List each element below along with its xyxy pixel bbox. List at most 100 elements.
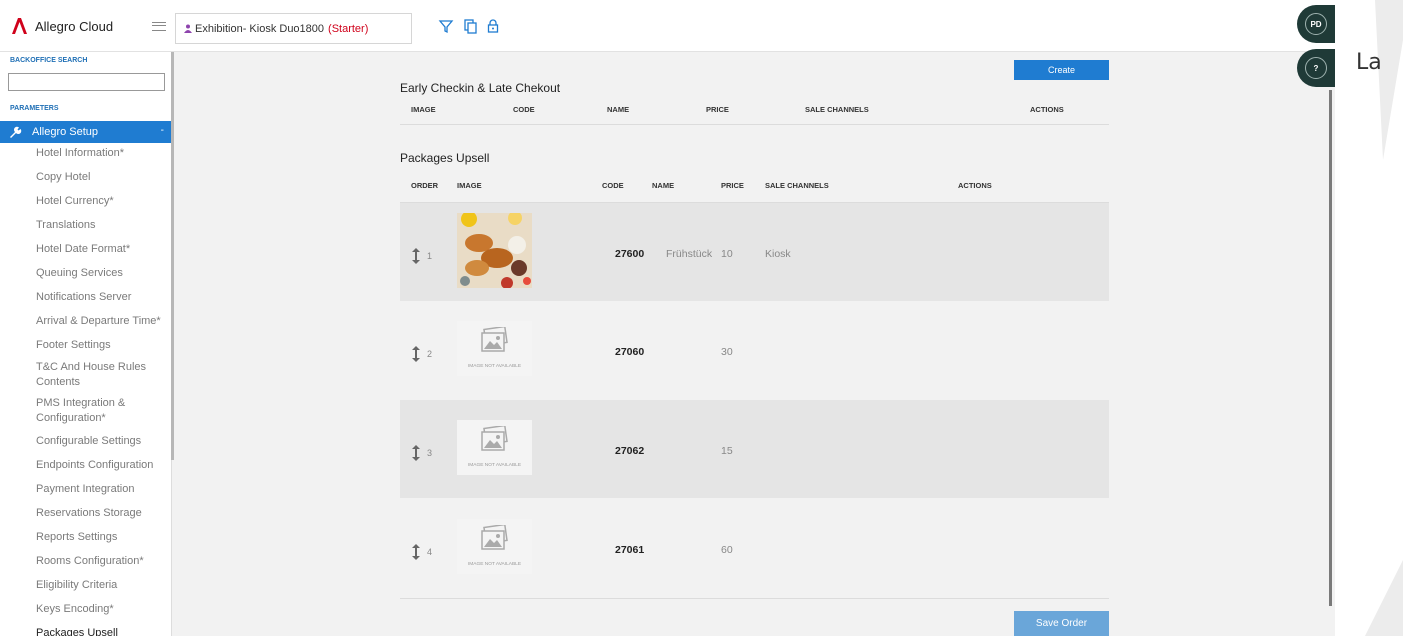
sidebar-item[interactable]: Endpoints Configuration xyxy=(36,458,168,473)
collapse-icon[interactable]: - xyxy=(161,125,164,136)
breakfast-thumbnail xyxy=(457,213,532,288)
image-placeholder: IMAGE NOT AVAILABLE xyxy=(457,321,532,376)
copy-icon[interactable] xyxy=(462,18,478,34)
row-order: 4 xyxy=(427,547,433,557)
save-order-button[interactable]: Save Order xyxy=(1014,611,1109,636)
row-code: 27060 xyxy=(615,346,645,358)
row-price: 30 xyxy=(721,346,733,358)
menu-toggle-icon[interactable] xyxy=(152,22,166,31)
sidebar-item[interactable]: Keys Encoding* xyxy=(36,602,168,617)
image-placeholder: IMAGE NOT AVAILABLE xyxy=(457,420,532,475)
row-order: 1 xyxy=(427,251,433,261)
drag-handle-icon[interactable] xyxy=(412,544,420,560)
hotel-tier: (Starter) xyxy=(328,22,369,35)
help-button[interactable]: ? xyxy=(1297,49,1335,87)
sidebar-item[interactable]: Hotel Information* xyxy=(36,146,168,161)
early-col-sale-channels: SALE CHANNELS xyxy=(805,105,869,114)
sidebar-item[interactable]: Copy Hotel xyxy=(36,170,168,185)
sidebar-item[interactable]: Configurable Settings xyxy=(36,434,168,449)
early-divider xyxy=(400,124,1109,125)
sidebar-item[interactable]: Eligibility Criteria xyxy=(36,578,168,593)
app-name: Allegro Cloud xyxy=(35,18,114,34)
row-order: 2 xyxy=(427,349,433,359)
wrench-icon xyxy=(10,126,22,138)
sidebar-scrollbar[interactable] xyxy=(171,52,174,460)
packages-upsell-title: Packages Upsell xyxy=(400,151,490,165)
row-price: 15 xyxy=(721,445,733,457)
image-not-available-text: IMAGE NOT AVAILABLE xyxy=(467,463,522,468)
sidebar-item[interactable]: Arrival & Departure Time* xyxy=(36,314,168,329)
table-row[interactable]: 3 IMAGE NOT AVAILABLE 27062 15 xyxy=(400,400,1109,498)
upsell-col-image: IMAGE xyxy=(457,181,482,190)
early-col-code: CODE xyxy=(513,105,535,114)
sidebar-item[interactable]: Rooms Configuration* xyxy=(36,554,168,569)
create-button[interactable]: Create xyxy=(1014,60,1109,80)
app-logo[interactable]: Allegro Cloud xyxy=(12,18,113,34)
decorative-stripes xyxy=(1365,0,1403,636)
sidebar-item[interactable]: Reservations Storage xyxy=(36,506,168,521)
table-row[interactable]: 4 IMAGE NOT AVAILABLE 27061 60 xyxy=(400,499,1109,597)
sidebar-item[interactable]: Notifications Server xyxy=(36,290,168,305)
row-code: 27600 xyxy=(615,248,645,260)
backoffice-search-caption: BACKOFFICE SEARCH xyxy=(10,57,88,64)
sidebar-item[interactable]: Translations xyxy=(36,218,168,233)
early-col-actions: ACTIONS xyxy=(1030,105,1064,114)
row-name: Frühstück xyxy=(666,248,713,260)
early-checkin-title: Early Checkin & Late Chekout xyxy=(400,81,561,95)
hotel-user-icon xyxy=(184,24,192,33)
upsell-col-code: CODE xyxy=(602,181,624,190)
sidebar-group-label: Allegro Setup xyxy=(32,126,99,138)
drag-handle-icon[interactable] xyxy=(412,445,420,461)
sidebar-item[interactable]: Hotel Currency* xyxy=(36,194,168,209)
hotel-name: Exhibition- Kiosk Duo1800 xyxy=(195,22,325,35)
upsell-footer-divider xyxy=(400,598,1109,599)
backoffice-search-input[interactable] xyxy=(8,73,165,91)
hotel-selector[interactable]: Exhibition- Kiosk Duo1800 (Starter) xyxy=(175,13,412,44)
upsell-col-price: PRICE xyxy=(721,181,744,190)
table-row[interactable]: 2 IMAGE NOT AVAILABLE 27060 30 xyxy=(400,301,1109,399)
sidebar-item[interactable]: Queuing Services xyxy=(36,266,168,281)
row-code: 27061 xyxy=(615,544,645,556)
upsell-col-name: NAME xyxy=(652,181,675,190)
sidebar-item[interactable]: Footer Settings xyxy=(36,338,168,353)
drag-handle-icon[interactable] xyxy=(412,248,420,264)
row-order: 3 xyxy=(427,448,433,458)
right-panel xyxy=(1335,0,1403,636)
sidebar-item[interactable]: T&C And House Rules Contents xyxy=(36,360,168,390)
image-placeholder: IMAGE NOT AVAILABLE xyxy=(457,519,532,574)
parameters-caption: PARAMETERS xyxy=(10,105,59,112)
language-text: La xyxy=(1356,50,1382,75)
image-not-available-icon xyxy=(481,426,508,451)
sidebar-item[interactable]: Hotel Date Format* xyxy=(36,242,168,257)
sidebar-item[interactable]: PMS Integration & Configuration* xyxy=(36,396,168,426)
allegro-logo-icon xyxy=(12,18,27,34)
row-code: 27062 xyxy=(615,445,645,457)
user-avatar[interactable]: PD xyxy=(1297,5,1335,43)
help-icon: ? xyxy=(1305,57,1327,79)
image-not-available-icon xyxy=(481,525,508,550)
upsell-col-order: ORDER xyxy=(411,181,439,190)
early-col-name: NAME xyxy=(607,105,630,114)
image-not-available-text: IMAGE NOT AVAILABLE xyxy=(467,562,522,567)
row-price: 10 xyxy=(721,248,733,260)
early-col-price: PRICE xyxy=(706,105,729,114)
drag-handle-icon[interactable] xyxy=(412,346,420,362)
upsell-col-sale-channels: SALE CHANNELS xyxy=(765,181,829,190)
row-price: 60 xyxy=(721,544,733,556)
table-row[interactable]: 1 27600 Frühstück 10 Kiosk xyxy=(400,203,1109,301)
main-scrollbar[interactable] xyxy=(1329,90,1332,606)
sidebar-item[interactable]: Payment Integration xyxy=(36,482,168,497)
sidebar: BACKOFFICE SEARCH PARAMETERS Allegro Set… xyxy=(0,52,172,636)
top-bar: Allegro Cloud Exhibition- Kiosk Duo1800 … xyxy=(0,0,1335,52)
lock-icon[interactable] xyxy=(485,18,501,34)
row-sale-channels: Kiosk xyxy=(765,248,791,260)
sidebar-item[interactable]: Packages Upsell xyxy=(36,626,168,636)
filter-icon[interactable] xyxy=(438,18,454,34)
image-not-available-text: IMAGE NOT AVAILABLE xyxy=(467,364,522,369)
early-col-image: IMAGE xyxy=(411,105,436,114)
user-initials: PD xyxy=(1305,13,1327,35)
sidebar-item[interactable]: Reports Settings xyxy=(36,530,168,545)
upsell-col-actions: ACTIONS xyxy=(958,181,992,190)
sidebar-group-allegro-setup[interactable]: Allegro Setup - xyxy=(0,121,171,143)
image-not-available-icon xyxy=(481,327,508,352)
